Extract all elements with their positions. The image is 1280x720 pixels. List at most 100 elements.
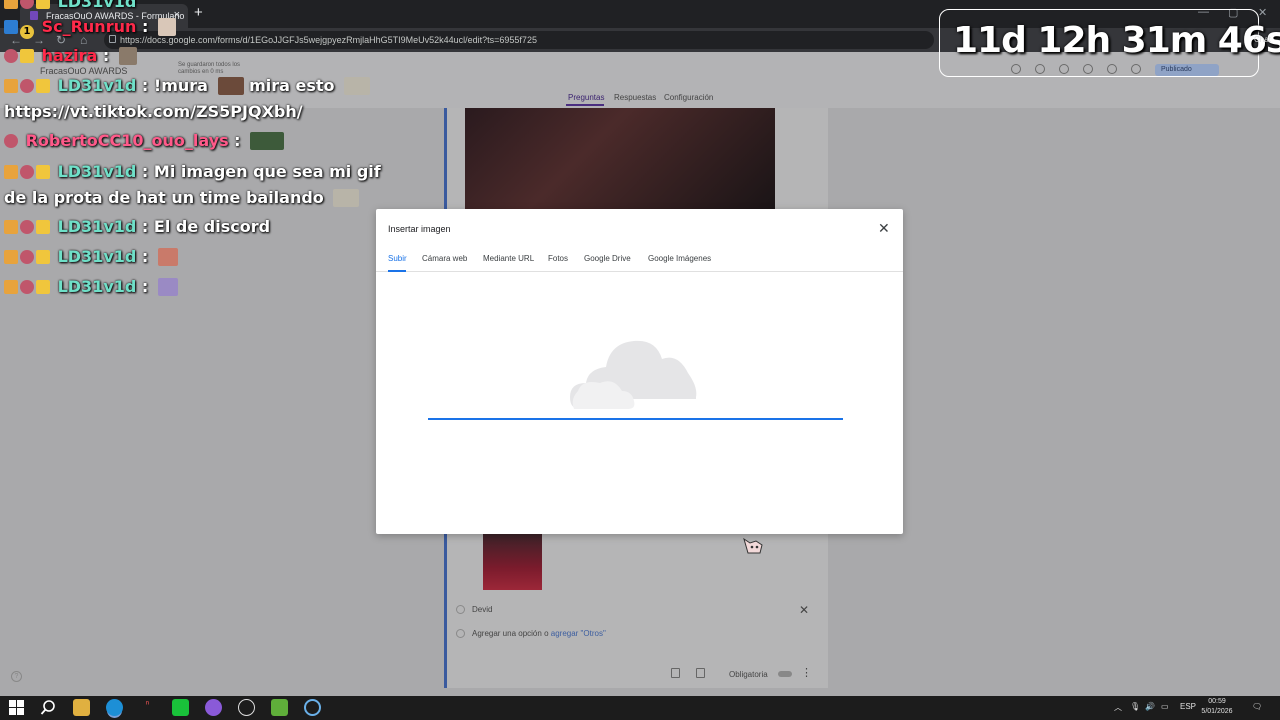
edge-browser-icon[interactable]	[106, 699, 123, 716]
clock-date: 5/01/2026	[1201, 708, 1233, 715]
help-icon[interactable]: ?	[11, 671, 22, 682]
form-title: FracasOuO AWARDS	[40, 66, 128, 76]
required-label: Obligatoria	[729, 670, 768, 679]
url-input[interactable]: https://docs.google.com/forms/d/1EGoJJGF…	[104, 31, 934, 49]
obs-icon[interactable]	[238, 699, 255, 716]
upload-progress-bar	[428, 418, 843, 420]
chat-message: LD31v1d :	[4, 247, 178, 266]
remove-option-icon[interactable]: ✕	[799, 603, 809, 617]
minecraft-icon[interactable]	[271, 699, 288, 716]
active-tab-indicator	[566, 104, 604, 106]
emote-image	[157, 278, 178, 296]
insert-image-dialog: Insertar imagen ✕ Subir Cámara web Media…	[376, 209, 903, 534]
file-explorer-icon[interactable]	[73, 699, 90, 716]
emote-image	[157, 248, 178, 266]
face-badge-icon	[20, 280, 34, 294]
notifications-icon[interactable]: 🗨	[1252, 702, 1262, 711]
countdown-timer: 11d 12h 31m 46s	[953, 20, 1280, 61]
microphone-icon[interactable]: 🎙	[1130, 702, 1140, 711]
more-options-icon[interactable]: ⋮	[801, 666, 812, 679]
crown-badge-icon	[36, 220, 50, 234]
saved-status: Se guardaron todos los cambios en 0 ms	[178, 62, 241, 75]
delete-icon[interactable]	[696, 668, 705, 678]
emote-image	[250, 132, 285, 150]
crown-badge-icon	[36, 165, 50, 179]
chat-username: hazira	[41, 46, 98, 65]
emote-image	[217, 77, 244, 95]
cloud-upload-icon	[570, 340, 697, 409]
chat-message: LD31v1d	[4, 0, 136, 11]
face-badge-icon	[20, 0, 34, 9]
chat-username: LD31v1d	[57, 277, 137, 296]
tab-preguntas[interactable]: Preguntas	[568, 93, 604, 102]
window-close-button[interactable]: ✕	[1258, 6, 1267, 19]
box-badge-icon	[4, 220, 18, 234]
add-option-row: Agregar una opción o agregar "Otros"	[472, 629, 606, 638]
tab-configuracion[interactable]: Configuración	[664, 93, 713, 102]
network-icon[interactable]: ▭	[1161, 702, 1169, 711]
add-other-link[interactable]: agregar "Otros"	[551, 629, 606, 638]
clock-time: 00:59	[1208, 698, 1226, 705]
chat-username: LD31v1d	[57, 76, 137, 95]
chat-text: :	[234, 131, 241, 150]
mod-badge-icon	[4, 20, 18, 34]
emote-image	[118, 47, 137, 65]
chat-message: LD31v1d : Mi imagen que sea mi gif	[4, 162, 381, 181]
face-badge-icon	[4, 134, 18, 148]
crown-badge-icon	[20, 49, 34, 63]
tab-google-drive[interactable]: Google Drive	[584, 254, 631, 263]
cat-cursor-icon	[743, 537, 763, 554]
box-badge-icon	[4, 79, 18, 93]
chat-message: 1 Sc_Runrun :	[4, 17, 176, 39]
box-badge-icon	[4, 280, 18, 294]
option-text[interactable]: Devid	[472, 605, 492, 614]
chat-text-after: mira esto	[249, 76, 335, 95]
box-badge-icon	[4, 250, 18, 264]
tab-google-imagenes[interactable]: Google Imágenes	[648, 254, 711, 263]
tab-subir[interactable]: Subir	[388, 254, 407, 263]
language-indicator[interactable]: ESP	[1180, 702, 1196, 711]
face-badge-icon	[4, 49, 18, 63]
radio-icon	[456, 605, 465, 614]
tab-fotos[interactable]: Fotos	[548, 254, 568, 263]
chat-text: : Mi imagen que sea mi gif	[141, 162, 381, 181]
chat-link: https://vt.tiktok.com/ZS5PJQXbh/	[4, 102, 303, 121]
chat-text: :	[102, 46, 110, 65]
discord-icon[interactable]	[205, 699, 222, 716]
search-icon[interactable]	[40, 699, 57, 716]
required-toggle[interactable]	[778, 671, 792, 677]
face-badge-icon	[20, 165, 34, 179]
kick-icon[interactable]	[172, 699, 189, 716]
dialog-title: Insertar imagen	[388, 224, 451, 234]
new-tab-button[interactable]: +	[194, 4, 203, 21]
chat-text: :	[141, 17, 149, 36]
tray-chevron-icon[interactable]: ︿	[1114, 702, 1122, 713]
face-badge-icon	[20, 250, 34, 264]
chat-text: : !mura	[141, 76, 208, 95]
app-icon[interactable]: ⁿ	[139, 699, 156, 716]
crown-badge-icon	[36, 250, 50, 264]
chat-message: LD31v1d : El de discord	[4, 217, 270, 236]
chat-username: RobertoCC10_ouo_lays	[25, 131, 229, 150]
tab-respuestas[interactable]: Respuestas	[614, 93, 656, 102]
crown-badge-icon	[36, 79, 50, 93]
chat-message: https://vt.tiktok.com/ZS5PJQXbh/	[4, 102, 303, 121]
chat-message: hazira :	[4, 46, 137, 65]
duplicate-icon[interactable]	[671, 668, 680, 678]
dialog-close-icon[interactable]: ✕	[878, 221, 890, 235]
dialog-tabs: Subir Cámara web Mediante URL Fotos Goog…	[376, 250, 903, 272]
chat-message: LD31v1d :	[4, 277, 178, 296]
speaker-icon[interactable]: 🔊	[1145, 702, 1155, 711]
face-badge-icon	[20, 79, 34, 93]
tab-mediante-url[interactable]: Mediante URL	[483, 254, 534, 263]
windows-start-icon[interactable]	[8, 699, 25, 716]
ccleaner-icon[interactable]	[304, 699, 321, 716]
emote-image	[157, 18, 176, 36]
dialog-active-tab-indicator	[388, 270, 406, 272]
taskbar-clock[interactable]: 00:59 5/01/2026	[1198, 697, 1236, 717]
add-option-link[interactable]: Agregar una opción	[472, 629, 542, 638]
tab-camara-web[interactable]: Cámara web	[422, 254, 467, 263]
chat-username: LD31v1d	[57, 247, 137, 266]
or-text: o	[544, 629, 549, 638]
option-image	[483, 534, 542, 590]
